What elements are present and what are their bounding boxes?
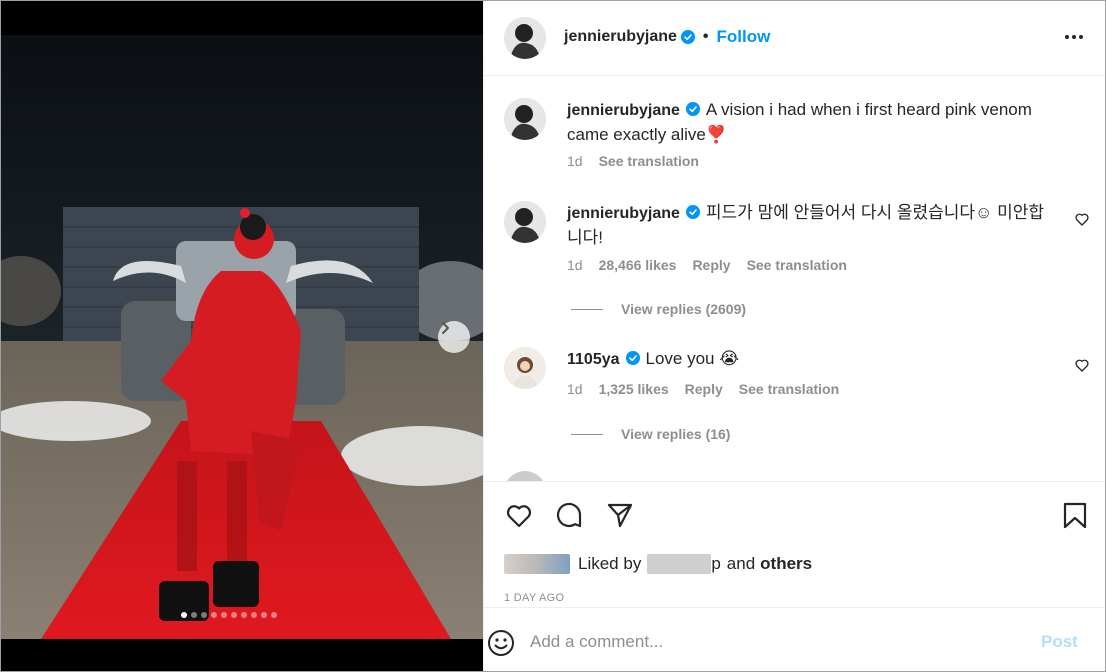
carousel-dot bbox=[191, 612, 197, 618]
reply-button[interactable]: Reply bbox=[685, 381, 723, 397]
add-comment-bar: Post bbox=[484, 607, 1105, 671]
comment-bubble-icon[interactable] bbox=[554, 500, 584, 530]
avatar-image bbox=[504, 347, 546, 389]
comment-avatar[interactable] bbox=[504, 347, 546, 389]
avatar-image bbox=[504, 201, 546, 243]
post-media[interactable] bbox=[1, 1, 483, 671]
see-translation-button[interactable]: See translation bbox=[747, 257, 847, 273]
liked-by-suffix: p bbox=[711, 554, 721, 573]
comment-avatar[interactable] bbox=[504, 471, 546, 481]
verified-badge-icon bbox=[685, 102, 700, 116]
like-comment-heart-icon[interactable] bbox=[1074, 357, 1090, 373]
comment-input[interactable] bbox=[530, 626, 1030, 658]
caption-body: jennierubyjane A vision i had when i firs… bbox=[567, 98, 1057, 147]
verified-badge-icon bbox=[685, 205, 700, 219]
comment-body: 1105ya Love you 😭 bbox=[567, 347, 1057, 372]
post-details-panel: jennierubyjane • Follow jennierubyjane A… bbox=[483, 1, 1105, 671]
verified-badge-icon bbox=[680, 30, 695, 44]
author-avatar[interactable] bbox=[504, 17, 546, 59]
more-horizontal-icon[interactable] bbox=[1062, 25, 1086, 49]
view-replies-button[interactable]: View replies (2609) bbox=[571, 301, 746, 317]
liked-by-and: and bbox=[726, 554, 756, 573]
carousel-dot bbox=[241, 612, 247, 618]
carousel-dot bbox=[251, 612, 257, 618]
like-comment-heart-icon[interactable] bbox=[1074, 211, 1090, 227]
emoji-smile-icon[interactable] bbox=[486, 628, 516, 658]
send-paper-plane-icon[interactable] bbox=[605, 500, 635, 530]
comment-time: 1d bbox=[567, 381, 583, 397]
avatar-image bbox=[504, 98, 546, 140]
carousel-dot bbox=[261, 612, 267, 618]
view-replies-label: View replies (16) bbox=[621, 426, 731, 442]
chevron-right-icon bbox=[442, 322, 449, 334]
comment-meta: 1d 28,466 likes Reply See translation bbox=[567, 257, 847, 273]
caption-time: 1d bbox=[567, 153, 583, 169]
carousel-dot bbox=[231, 612, 237, 618]
verified-badge-icon bbox=[625, 351, 640, 365]
carousel-dot bbox=[211, 612, 217, 618]
reply-button[interactable]: Reply bbox=[692, 257, 730, 273]
liker-avatars bbox=[504, 554, 570, 574]
header-separator: • bbox=[702, 28, 709, 45]
header-user: jennierubyjane • Follow bbox=[564, 27, 770, 47]
caption-see-translation[interactable]: See translation bbox=[599, 153, 699, 169]
replies-divider bbox=[571, 433, 603, 435]
liker-name-redacted bbox=[647, 554, 712, 574]
bookmark-icon[interactable] bbox=[1060, 500, 1090, 530]
carousel-dot bbox=[181, 612, 187, 618]
view-replies-button[interactable]: View replies (16) bbox=[571, 426, 730, 442]
comment-body: jennierubyjane 피드가 맘에 안들어서 다시 올렸습니다☺ 미안합니… bbox=[567, 201, 1057, 250]
post-header: jennierubyjane • Follow bbox=[484, 1, 1105, 76]
author-username[interactable]: jennierubyjane bbox=[564, 28, 677, 46]
post-dialog: jennierubyjane • Follow jennierubyjane A… bbox=[0, 0, 1106, 672]
caption-username[interactable]: jennierubyjane bbox=[567, 102, 680, 119]
caption-meta: 1d See translation bbox=[567, 153, 699, 169]
comment-username[interactable]: 1105ya bbox=[567, 351, 620, 368]
carousel-dot bbox=[201, 612, 207, 618]
comment-avatar[interactable] bbox=[504, 201, 546, 243]
post-actions: Liked by p and others 1 DAY AGO bbox=[484, 481, 1105, 607]
comment-meta: 1d 1,325 likes Reply See translation bbox=[567, 381, 839, 397]
post-photo bbox=[1, 1, 483, 671]
heart-icon[interactable] bbox=[504, 500, 534, 530]
carousel-indicator bbox=[181, 612, 277, 618]
comment-likes[interactable]: 1,325 likes bbox=[599, 381, 669, 397]
next-slide-button[interactable] bbox=[438, 321, 470, 353]
caption-avatar[interactable] bbox=[504, 98, 546, 140]
post-comment-button[interactable]: Post bbox=[1041, 632, 1078, 652]
carousel-dot bbox=[221, 612, 227, 618]
liked-by-others[interactable]: others bbox=[760, 554, 812, 574]
liked-by-prefix: Liked by bbox=[578, 554, 642, 573]
comment-username[interactable]: jennierubyjane bbox=[567, 205, 680, 222]
comments-list[interactable]: jennierubyjane A vision i had when i firs… bbox=[484, 77, 1105, 481]
post-timestamp: 1 DAY AGO bbox=[504, 592, 565, 604]
comment-text: Love you 😭 bbox=[645, 349, 740, 368]
avatar-image bbox=[504, 17, 546, 59]
comment-likes[interactable]: 28,466 likes bbox=[599, 257, 677, 273]
follow-button[interactable]: Follow bbox=[717, 27, 771, 47]
see-translation-button[interactable]: See translation bbox=[739, 381, 839, 397]
liked-by[interactable]: Liked by p and others bbox=[504, 554, 812, 574]
view-replies-label: View replies (2609) bbox=[621, 301, 747, 317]
replies-divider bbox=[571, 308, 603, 310]
carousel-dot bbox=[271, 612, 277, 618]
comment-time: 1d bbox=[567, 257, 583, 273]
